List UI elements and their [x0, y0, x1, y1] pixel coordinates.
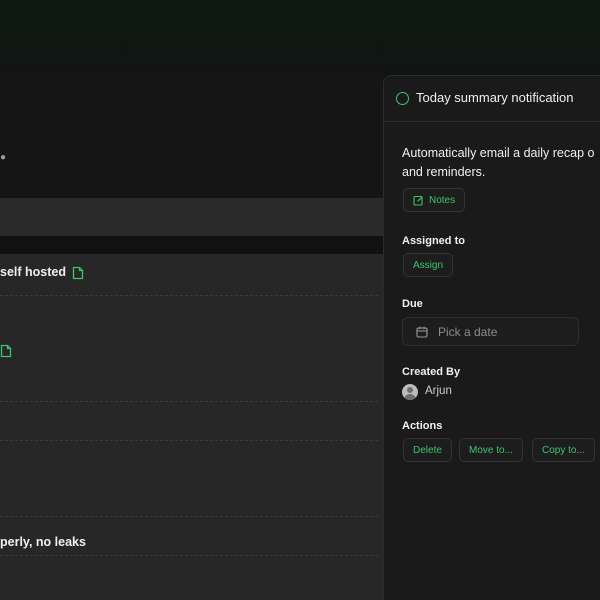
board-header-marker: ● [0, 152, 7, 163]
copy-to-button[interactable]: Copy to... [532, 438, 595, 462]
assigned-to-label: Assigned to [402, 235, 465, 247]
user-icon [404, 387, 416, 400]
board-header: ● [0, 70, 384, 198]
description-line: Automatically email a daily recap o [402, 146, 595, 160]
delete-button-label: Delete [413, 444, 442, 456]
row-divider [0, 516, 378, 517]
top-bar [0, 0, 600, 70]
edit-icon [413, 195, 423, 206]
calendar-icon [416, 326, 428, 338]
task-list: self hosted perly, no leaks [0, 254, 384, 600]
assign-button-label: Assign [413, 259, 444, 271]
panel-header: Today summary notification [384, 76, 600, 122]
row-divider [0, 295, 378, 296]
row-divider [0, 401, 378, 402]
due-label: Due [402, 298, 423, 310]
assign-button[interactable]: Assign [403, 253, 454, 277]
actions-label: Actions [402, 420, 443, 432]
task-title[interactable]: self hosted [0, 265, 66, 279]
board-toolbar [0, 198, 384, 236]
status-circle-icon[interactable] [396, 92, 409, 105]
panel-title: Today summary notification [416, 90, 574, 105]
task-detail-panel: Today summary notification Automatically… [383, 75, 600, 600]
notes-button-label: Notes [429, 194, 456, 206]
document-icon[interactable] [0, 344, 12, 358]
document-icon[interactable] [72, 266, 84, 280]
move-to-button-label: Move to... [469, 444, 513, 456]
task-description: Automatically email a daily recap o and … [402, 144, 600, 182]
due-date-picker[interactable]: Pick a date [402, 317, 579, 346]
created-by-label: Created By [402, 366, 461, 378]
board-divider [0, 236, 384, 254]
copy-to-button-label: Copy to... [542, 444, 585, 456]
move-to-button[interactable]: Move to... [459, 438, 523, 462]
task-title[interactable]: perly, no leaks [0, 535, 86, 549]
notes-button[interactable]: Notes [403, 188, 466, 212]
avatar [402, 384, 418, 400]
row-divider [0, 555, 378, 556]
row-divider [0, 440, 378, 441]
creator-name: Arjun [425, 385, 452, 397]
description-line: and reminders. [402, 165, 486, 179]
date-placeholder: Pick a date [438, 324, 498, 339]
delete-button[interactable]: Delete [403, 438, 452, 462]
task-board: ● self hosted perly, no leaks [0, 70, 384, 600]
